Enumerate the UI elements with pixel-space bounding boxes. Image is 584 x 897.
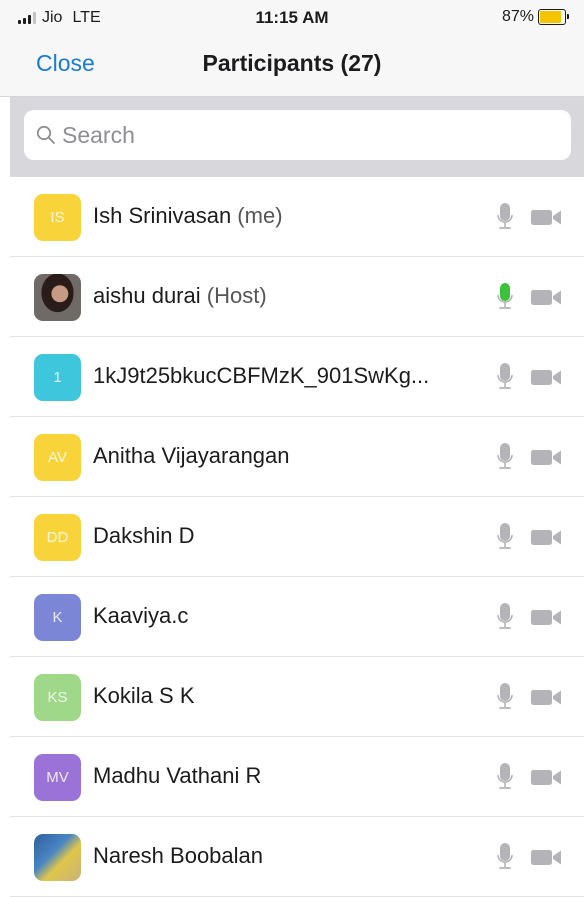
- avatar: K: [34, 594, 81, 641]
- avatar-initials: K: [52, 609, 63, 626]
- avatar-photo: [34, 274, 81, 321]
- participant-list: IS Ish Srinivasan (me) aishu durai (Host)…: [10, 177, 584, 897]
- participant-name: Anitha Vijayarangan: [93, 443, 290, 469]
- avatar-initials: KS: [47, 689, 68, 706]
- avatar-initials: MV: [46, 769, 69, 786]
- microphone-icon[interactable]: [496, 681, 514, 711]
- participant-name: Madhu Vathani R: [93, 763, 261, 789]
- navigation-bar: Close Participants (27): [0, 34, 584, 97]
- participant-role: (me): [231, 203, 283, 228]
- close-button[interactable]: Close: [36, 50, 95, 77]
- participant-row[interactable]: KS Kokila S K: [10, 657, 584, 737]
- participant-name-text: Kaaviya.c: [93, 603, 189, 628]
- microphone-icon[interactable]: [496, 601, 514, 631]
- clock: 11:15 AM: [255, 8, 329, 27]
- microphone-icon[interactable]: [496, 841, 514, 871]
- search-area: Search: [10, 97, 584, 177]
- battery-fill: [540, 11, 561, 23]
- video-camera-icon[interactable]: [529, 687, 563, 707]
- avatar-photo: [34, 834, 81, 881]
- participant-name-text: aishu durai: [93, 283, 201, 308]
- participant-row[interactable]: 1 1kJ9t25bkucCBFMzK_901SwKg...: [10, 337, 584, 417]
- video-camera-icon[interactable]: [529, 607, 563, 627]
- participant-name: Dakshin D: [93, 523, 194, 549]
- avatar: MV: [34, 754, 81, 801]
- participant-name: aishu durai (Host): [93, 283, 267, 309]
- participant-row[interactable]: aishu durai (Host): [10, 257, 584, 337]
- participant-row[interactable]: MV Madhu Vathani R: [10, 737, 584, 817]
- avatar-initials: DD: [46, 529, 69, 546]
- video-camera-icon[interactable]: [529, 847, 563, 867]
- video-camera-icon[interactable]: [529, 447, 563, 467]
- video-camera-icon[interactable]: [529, 287, 563, 307]
- video-camera-icon[interactable]: [529, 767, 563, 787]
- avatar: DD: [34, 514, 81, 561]
- status-bar: Jio LTE 11:15 AM 87%: [0, 0, 584, 34]
- participant-name-text: 1kJ9t25bkucCBFMzK_901SwKg...: [93, 363, 430, 388]
- participant-name: Naresh Boobalan: [93, 843, 263, 869]
- battery-percent: 87%: [501, 8, 534, 25]
- participant-name: Kokila S K: [93, 683, 195, 709]
- status-right: 87%: [501, 8, 569, 26]
- participant-name-text: Naresh Boobalan: [93, 843, 264, 868]
- avatar-initials: IS: [50, 209, 65, 226]
- microphone-icon[interactable]: [496, 281, 514, 311]
- participant-name-text: Ish Srinivasan: [93, 203, 232, 228]
- participant-name-text: Anitha Vijayarangan: [93, 443, 290, 468]
- battery-icon: [538, 9, 569, 25]
- search-input[interactable]: Search: [24, 110, 571, 160]
- participant-name-text: Madhu Vathani R: [93, 763, 262, 788]
- avatar: KS: [34, 674, 81, 721]
- microphone-icon[interactable]: [496, 441, 514, 471]
- participant-row[interactable]: Naresh Boobalan: [10, 817, 584, 897]
- participant-name: 1kJ9t25bkucCBFMzK_901SwKg...: [93, 363, 429, 389]
- participant-row[interactable]: K Kaaviya.c: [10, 577, 584, 657]
- microphone-icon[interactable]: [496, 761, 514, 791]
- avatar: IS: [34, 194, 81, 241]
- microphone-icon[interactable]: [496, 521, 514, 551]
- participant-row[interactable]: IS Ish Srinivasan (me): [10, 177, 584, 257]
- microphone-icon[interactable]: [496, 201, 514, 231]
- video-camera-icon[interactable]: [529, 527, 563, 547]
- video-camera-icon[interactable]: [529, 207, 563, 227]
- participant-name: Ish Srinivasan (me): [93, 203, 283, 229]
- participant-row[interactable]: AV Anitha Vijayarangan: [10, 417, 584, 497]
- participant-name-text: Kokila S K: [93, 683, 195, 708]
- avatar: 1: [34, 354, 81, 401]
- participant-name: Kaaviya.c: [93, 603, 188, 629]
- avatar-initials: 1: [53, 369, 62, 386]
- microphone-icon[interactable]: [496, 361, 514, 391]
- video-camera-icon[interactable]: [529, 367, 563, 387]
- participant-role: (Host): [200, 283, 267, 308]
- avatar-initials: AV: [48, 449, 67, 466]
- search-placeholder: Search: [62, 121, 135, 148]
- participant-row[interactable]: DD Dakshin D: [10, 497, 584, 577]
- search-icon: [36, 125, 55, 144]
- participant-name-text: Dakshin D: [93, 523, 195, 548]
- avatar: AV: [34, 434, 81, 481]
